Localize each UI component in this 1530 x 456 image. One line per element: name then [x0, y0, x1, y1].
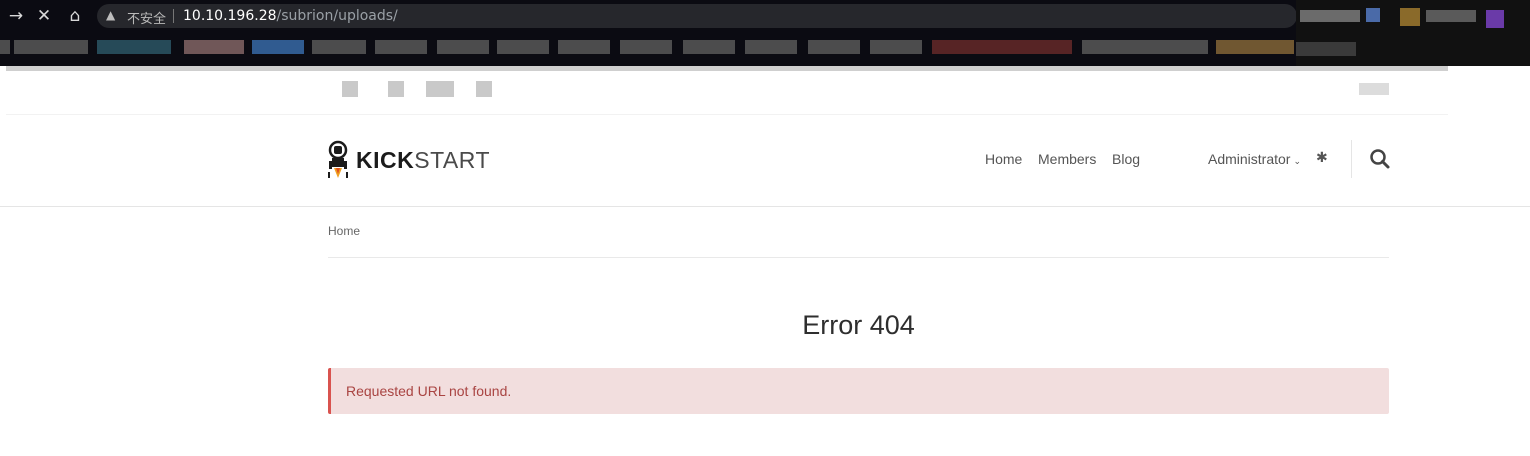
url-text[interactable]: 10.10.196.28/subrion/uploads/	[183, 8, 398, 24]
bookmarks-bar	[0, 38, 1296, 58]
extension-icon[interactable]	[1400, 8, 1420, 26]
bookmark-item[interactable]	[375, 40, 427, 54]
warning-icon: ▲	[106, 8, 116, 22]
bookmark-item[interactable]	[1082, 40, 1208, 54]
bookmark-item[interactable]	[14, 40, 88, 54]
insecure-label[interactable]: 不安全	[127, 8, 166, 27]
bookmark-item[interactable]	[1216, 40, 1294, 54]
nav-administrator-label: Administrator	[1208, 151, 1291, 167]
bookmark-item[interactable]	[683, 40, 735, 54]
breadcrumb-home[interactable]: Home	[328, 224, 360, 238]
search-icon	[1370, 149, 1390, 169]
top-bar-link[interactable]	[1359, 83, 1389, 95]
bookmark-item[interactable]	[620, 40, 672, 54]
url-path: /subrion/uploads/	[276, 8, 398, 24]
rocket-logo-icon	[328, 140, 348, 178]
bookmark-item[interactable]	[870, 40, 922, 54]
address-bar-divider	[173, 9, 174, 23]
bookmark-item[interactable]	[808, 40, 860, 54]
error-alert: Requested URL not found.	[328, 368, 1389, 414]
site-logo[interactable]: KICKSTART	[326, 140, 490, 180]
home-button[interactable]: ⌂	[63, 4, 87, 28]
bookmark-item[interactable]	[97, 40, 171, 54]
extension-icon[interactable]	[1296, 42, 1356, 56]
browser-toolbar: → ✕ ⌂ ▲ 不安全 10.10.196.28/subrion/uploads…	[0, 0, 1530, 66]
bookmark-item[interactable]	[184, 40, 244, 54]
extension-icon[interactable]	[1486, 10, 1504, 28]
social-icon[interactable]	[388, 81, 404, 97]
social-icon[interactable]	[476, 81, 492, 97]
bookmark-item[interactable]	[437, 40, 489, 54]
nav-members[interactable]: Members	[1038, 151, 1096, 167]
bookmark-item[interactable]	[745, 40, 797, 54]
bookmark-item[interactable]	[497, 40, 549, 54]
back-button[interactable]: →	[4, 4, 28, 28]
error-alert-message: Requested URL not found.	[346, 383, 512, 399]
header-divider	[1351, 140, 1352, 178]
logo-text: KICKSTART	[356, 147, 490, 174]
page-title: Error 404	[802, 310, 915, 340]
social-icon[interactable]	[342, 81, 358, 97]
search-button[interactable]	[1369, 148, 1391, 170]
logo-kick: KICK	[356, 146, 415, 173]
chevron-down-icon: ⌄	[1293, 156, 1302, 166]
gear-icon[interactable]: ✱	[1316, 150, 1328, 166]
extension-icon[interactable]	[1426, 10, 1476, 22]
extensions-area	[1296, 0, 1530, 66]
extension-icon[interactable]	[1366, 8, 1380, 22]
bookmark-item[interactable]	[312, 40, 366, 54]
top-social-bar	[6, 71, 1448, 115]
stop-loading-button[interactable]: ✕	[32, 4, 56, 28]
address-bar[interactable]: ▲ 不安全 10.10.196.28/subrion/uploads/	[97, 4, 1297, 28]
social-icon[interactable]	[426, 81, 454, 97]
url-host: 10.10.196.28	[183, 8, 277, 24]
nav-administrator-dropdown[interactable]: Administrator ⌄	[1208, 151, 1301, 167]
bookmark-item[interactable]	[558, 40, 610, 54]
bookmark-item[interactable]	[252, 40, 304, 54]
breadcrumb-divider	[328, 257, 1389, 258]
site-header: KICKSTART Home Members Blog Administrato…	[0, 116, 1530, 207]
nav-home[interactable]: Home	[985, 151, 1022, 167]
logo-start: START	[414, 146, 491, 173]
nav-blog[interactable]: Blog	[1112, 151, 1140, 167]
bookmark-item[interactable]	[0, 40, 10, 54]
bookmark-item[interactable]	[932, 40, 1072, 54]
extension-icon[interactable]	[1300, 10, 1360, 22]
